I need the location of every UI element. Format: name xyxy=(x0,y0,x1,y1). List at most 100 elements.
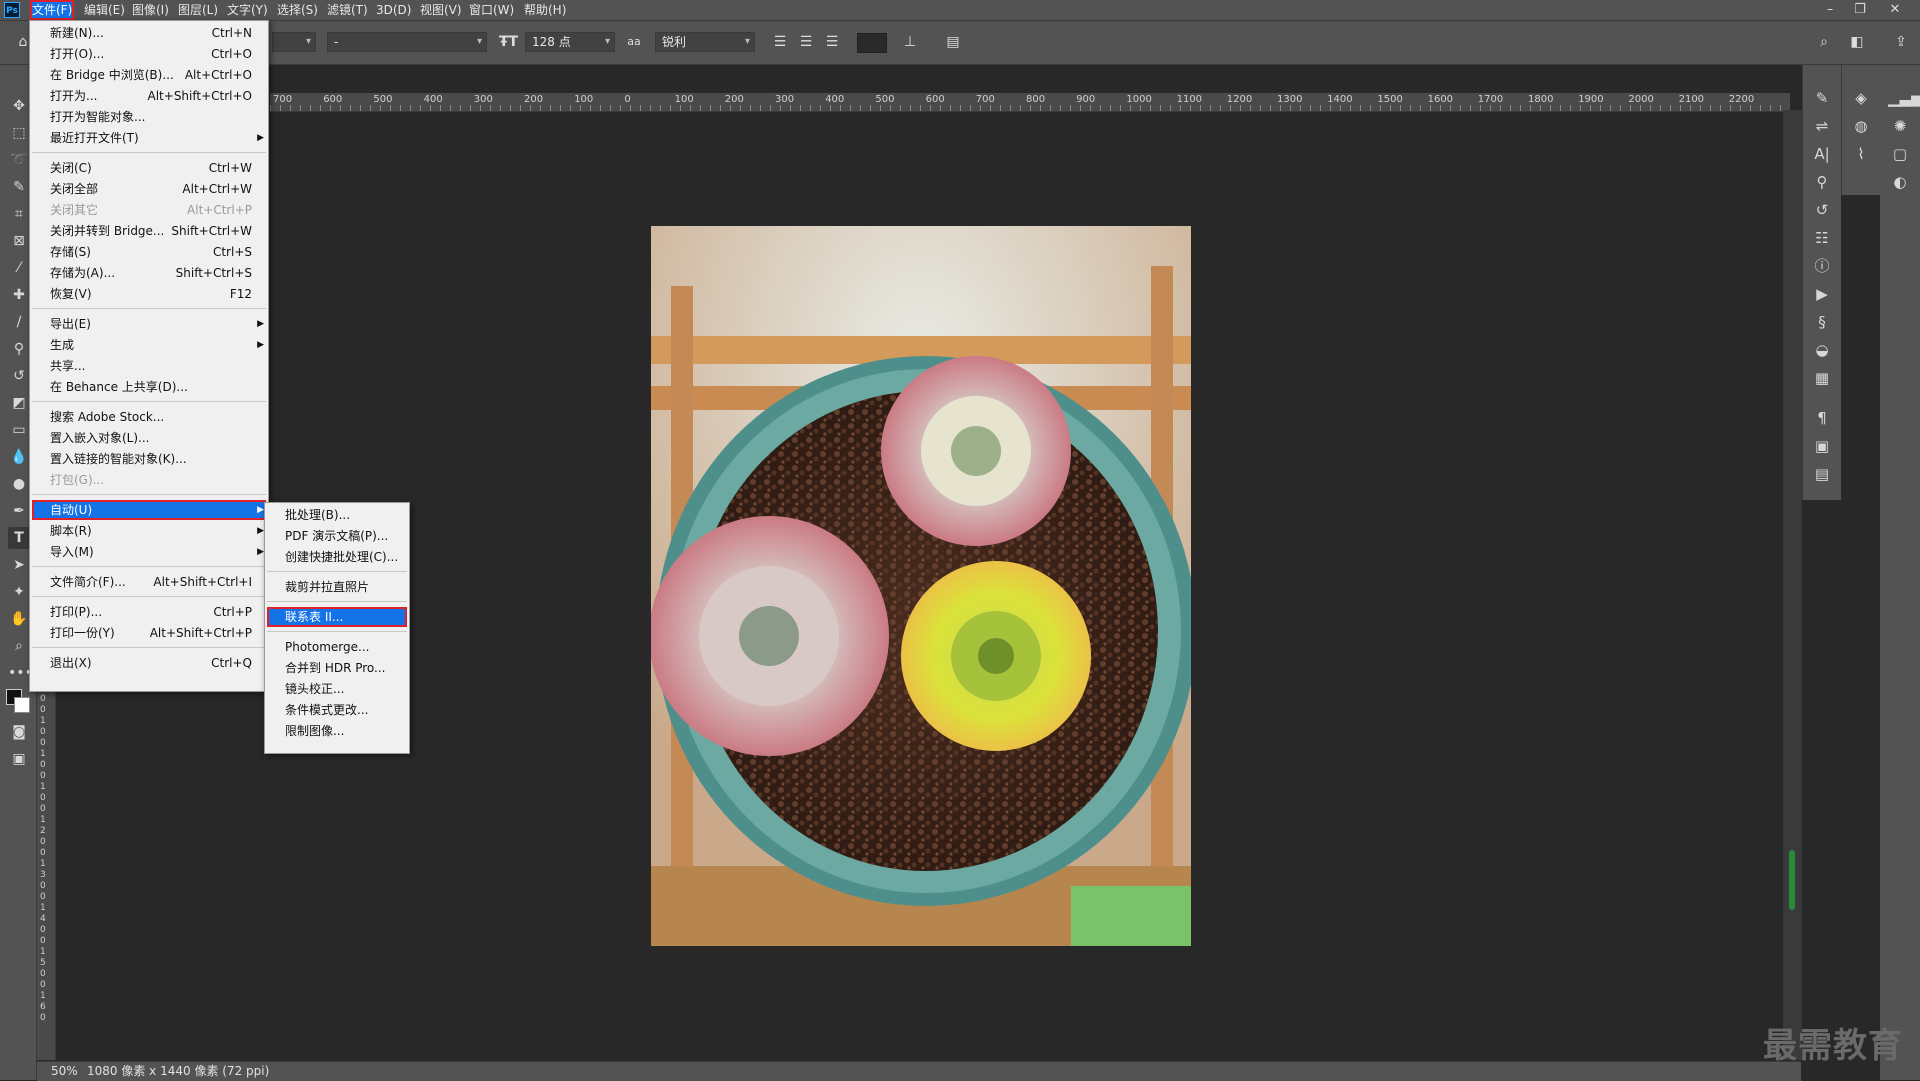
screen-mode-icon[interactable]: ▣ xyxy=(8,748,30,770)
menu-item[interactable]: 关闭(C) Ctrl+W xyxy=(32,158,266,178)
menu-3[interactable]: 图层(L) xyxy=(176,0,220,20)
paragraph-styles-icon[interactable]: ▣ xyxy=(1810,435,1834,457)
character-icon[interactable]: A| xyxy=(1810,143,1834,165)
menu-item[interactable]: 置入嵌入对象(L)... xyxy=(32,428,266,448)
antialias-dropdown[interactable]: 锐利 ▾ xyxy=(655,32,755,52)
adjust-icon[interactable]: ⇌ xyxy=(1810,115,1834,137)
notes-icon[interactable]: ▤ xyxy=(1810,463,1834,485)
paths-icon[interactable]: ⌇ xyxy=(1849,143,1873,165)
menu-item[interactable]: 文件简介(F)... Alt+Shift+Ctrl+I xyxy=(32,572,266,592)
menu-item[interactable]: 限制图像... xyxy=(267,721,407,741)
align-right-icon[interactable]: ☰ xyxy=(823,33,841,51)
clone-source-icon[interactable]: ⚲ xyxy=(1810,171,1834,193)
lasso-tool-icon[interactable]: ➰ xyxy=(8,149,30,171)
3d-icon[interactable]: ◒ xyxy=(1810,339,1834,361)
document-canvas-image[interactable] xyxy=(651,226,1191,946)
marquee-tool-icon[interactable]: ⬚ xyxy=(8,122,30,144)
menu-8[interactable]: 视图(V) xyxy=(418,0,464,20)
menu-item[interactable]: 打印(P)... Ctrl+P xyxy=(32,602,266,622)
stamp-tool-icon[interactable]: ⚲ xyxy=(8,338,30,360)
restore-icon[interactable]: ❐ xyxy=(1845,0,1875,20)
align-center-icon[interactable]: ☰ xyxy=(797,33,815,51)
text-color-swatch[interactable] xyxy=(857,33,887,53)
quick-mask-icon[interactable]: ◙ xyxy=(8,721,30,743)
menu-item[interactable]: 条件模式更改... xyxy=(267,700,407,720)
vertical-scrollbar[interactable] xyxy=(1783,110,1802,1060)
eraser-tool-icon[interactable]: ◩ xyxy=(8,392,30,414)
menu-9[interactable]: 窗口(W) xyxy=(467,0,516,20)
brush-tool-icon[interactable]: ∕ xyxy=(8,311,30,333)
menu-1[interactable]: 编辑(E) xyxy=(82,0,127,20)
menu-item[interactable]: 关闭全部 Alt+Ctrl+W xyxy=(32,179,266,199)
menu-item[interactable]: 共享... xyxy=(32,356,266,376)
actions-play-icon[interactable]: ▶ xyxy=(1810,283,1834,305)
glyphs-icon[interactable]: § xyxy=(1810,311,1834,333)
crop-tool-icon[interactable]: ⌗ xyxy=(8,203,30,225)
pen-tool-icon[interactable]: ✒ xyxy=(8,500,30,522)
menu-6[interactable]: 滤镜(T) xyxy=(325,0,370,20)
menu-item[interactable]: 新建(N)... Ctrl+N xyxy=(32,23,266,43)
layers-icon[interactable]: ◈ xyxy=(1849,87,1873,109)
warp-text-icon[interactable]: ⊥ xyxy=(901,33,919,51)
menu-5[interactable]: 选择(S) xyxy=(275,0,320,20)
gradient-tool-icon[interactable]: ▭ xyxy=(8,419,30,441)
hand-tool-icon[interactable]: ✋ xyxy=(8,608,30,630)
menu-10[interactable]: 帮助(H) xyxy=(522,0,568,20)
menu-item[interactable]: 在 Bridge 中浏览(B)... Alt+Ctrl+O xyxy=(32,65,266,85)
menu-item[interactable]: 打开为智能对象... xyxy=(32,107,266,127)
menu-item[interactable]: 打开(O)... Ctrl+O xyxy=(32,44,266,64)
more-tools-icon[interactable]: ••• xyxy=(8,662,33,684)
align-left-icon[interactable]: ☰ xyxy=(771,33,789,51)
brush-settings-icon[interactable]: ✎ xyxy=(1810,87,1834,109)
menu-7[interactable]: 3D(D) xyxy=(374,0,413,20)
menu-item[interactable]: 导出(E) ▶ xyxy=(32,314,266,334)
quick-select-tool-icon[interactable]: ✎ xyxy=(8,176,30,198)
menu-2[interactable]: 图像(I) xyxy=(130,0,171,20)
zoom-level[interactable]: 50% xyxy=(51,1062,78,1081)
healing-tool-icon[interactable]: ✚ xyxy=(8,284,30,306)
path-select-tool-icon[interactable]: ➤ xyxy=(8,554,30,576)
menu-item[interactable]: 退出(X) Ctrl+Q xyxy=(32,653,266,673)
character-panel-icon[interactable]: ▤ xyxy=(944,33,962,51)
menu-item[interactable]: 镜头校正... xyxy=(267,679,407,699)
type-tool-icon[interactable]: T xyxy=(8,527,30,549)
menu-item[interactable]: 脚本(R) ▶ xyxy=(32,521,266,541)
info-icon[interactable]: ⓘ xyxy=(1810,255,1834,277)
libraries-icon[interactable]: ☷ xyxy=(1810,227,1834,249)
minimize-icon[interactable]: – xyxy=(1815,0,1845,20)
close-icon[interactable]: ✕ xyxy=(1880,0,1910,20)
menu-item[interactable]: 批处理(B)... xyxy=(267,505,407,525)
menu-0[interactable]: 文件(F) xyxy=(30,0,75,20)
dodge-tool-icon[interactable]: ● xyxy=(8,473,30,495)
navigator-icon[interactable]: ◐ xyxy=(1888,171,1912,193)
font-family-dropdown-tail[interactable]: ▾ xyxy=(272,32,316,52)
workspace-icon[interactable]: ◧ xyxy=(1848,33,1866,51)
menu-item[interactable]: Photomerge... xyxy=(267,637,407,657)
menu-item[interactable]: PDF 演示文稿(P)... xyxy=(267,526,407,546)
menu-item[interactable]: 关闭并转到 Bridge... Shift+Ctrl+W xyxy=(32,221,266,241)
font-size-dropdown[interactable]: 128 点 ▾ xyxy=(525,32,615,52)
share-icon[interactable]: ⇪ xyxy=(1892,33,1910,51)
menu-item[interactable]: 导入(M) ▶ xyxy=(32,542,266,562)
menu-item[interactable]: 存储(S) Ctrl+S xyxy=(32,242,266,262)
menu-item[interactable]: 合并到 HDR Pro... xyxy=(267,658,407,678)
frame-tool-icon[interactable]: ⊠ xyxy=(8,230,30,252)
history-icon[interactable]: ↺ xyxy=(1810,199,1834,221)
swatches-icon[interactable]: ▢ xyxy=(1888,143,1912,165)
blur-tool-icon[interactable]: 💧 xyxy=(8,446,30,468)
menu-item[interactable]: 创建快捷批处理(C)... xyxy=(267,547,407,567)
history-brush-tool-icon[interactable]: ↺ xyxy=(8,365,30,387)
histogram-icon[interactable]: ▁▃▅ xyxy=(1888,87,1920,109)
menu-item[interactable]: 裁剪并拉直照片 xyxy=(267,577,407,597)
menu-item[interactable]: 联系表 II... xyxy=(267,607,407,627)
channels-icon[interactable]: ◍ xyxy=(1849,115,1873,137)
menu-item[interactable]: 生成 ▶ xyxy=(32,335,266,355)
menu-item[interactable]: 最近打开文件(T) ▶ xyxy=(32,128,266,148)
zoom-tool-icon[interactable]: ⌕ xyxy=(8,635,30,657)
menu-item[interactable]: 打印一份(Y) Alt+Shift+Ctrl+P xyxy=(32,623,266,643)
move-tool-icon[interactable]: ✥ xyxy=(8,95,30,117)
font-style-dropdown[interactable]: - ▾ xyxy=(327,32,487,52)
menu-item[interactable]: 搜索 Adobe Stock... xyxy=(32,407,266,427)
scroll-thumb[interactable] xyxy=(1789,850,1795,910)
menu-item[interactable]: 恢复(V) F12 xyxy=(32,284,266,304)
